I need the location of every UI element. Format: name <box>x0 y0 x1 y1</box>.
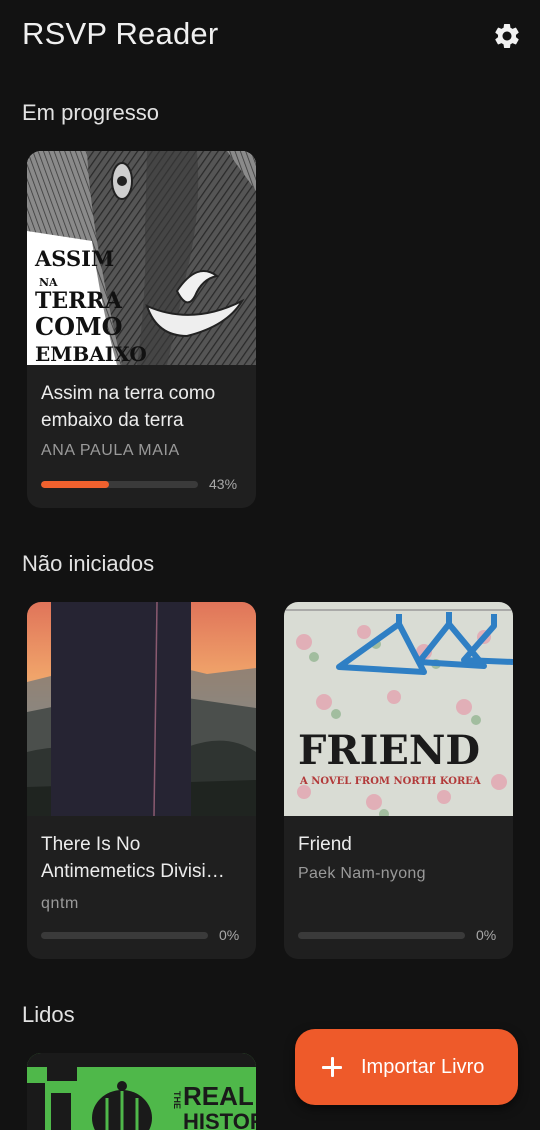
section-title-not-started: Não iniciados <box>22 551 155 576</box>
cover-text-line: THE <box>172 1091 182 1109</box>
progress-percent: 0% <box>219 927 240 943</box>
progress-percent: 43% <box>209 476 238 492</box>
book-card-assim-na-terra[interactable]: ASSIM NA TERRA COMO EMBAIXO Assim na ter… <box>27 151 256 508</box>
settings-button[interactable] <box>490 19 524 53</box>
cover-text-line: ASSIM <box>34 246 114 271</box>
book-author: Paek Nam-nyong <box>298 865 426 882</box>
section-title-in-progress: Em progresso <box>22 100 159 125</box>
plus-icon <box>321 1056 343 1078</box>
progress-bar <box>41 481 198 488</box>
cover-text-line: TERRA <box>35 288 123 314</box>
book-cover <box>27 602 256 816</box>
book-card-antimemetics[interactable]: There Is No Antimemetics Divisi… qntm 0% <box>27 602 256 959</box>
app-header: RSVP Reader <box>0 0 540 72</box>
book-card-real-history[interactable]: THE REAL HISTORY <box>27 1053 256 1130</box>
section-title-read: Lidos <box>22 1002 75 1027</box>
cover-text-line: FRIEND <box>298 727 480 774</box>
cover-text-line: COMO <box>35 312 122 341</box>
import-book-label: Importar Livro <box>361 1055 485 1078</box>
progress-bar <box>298 932 465 939</box>
cover-text-line: A NOVEL FROM NORTH KOREA <box>299 776 481 787</box>
gear-icon <box>495 23 519 48</box>
cover-text-line: REAL <box>183 1081 254 1111</box>
book-author: ANA PAULA MAIA <box>41 442 180 459</box>
book-author: qntm <box>41 895 79 912</box>
progress-percent: 0% <box>476 927 497 943</box>
cover-text-line: HISTORY <box>183 1109 256 1130</box>
book-title: Assim na terra como embaixo da terra <box>41 383 216 431</box>
book-cover: THE REAL HISTORY <box>27 1053 256 1130</box>
progress-bar <box>41 932 208 939</box>
book-card-friend[interactable]: FRIEND A NOVEL FROM NORTH KOREA Friend P… <box>284 602 513 959</box>
import-book-button[interactable]: Importar Livro <box>295 1029 518 1105</box>
cover-text-line: EMBAIXO <box>35 342 147 365</box>
app-title: RSVP Reader <box>22 16 219 51</box>
book-cover: ASSIM NA TERRA COMO EMBAIXO <box>27 151 256 365</box>
book-title: Friend <box>298 834 352 855</box>
progress-fill <box>41 481 109 488</box>
book-title: There Is No Antimemetics Divisi… <box>41 834 225 882</box>
book-cover: FRIEND A NOVEL FROM NORTH KOREA <box>284 602 513 816</box>
